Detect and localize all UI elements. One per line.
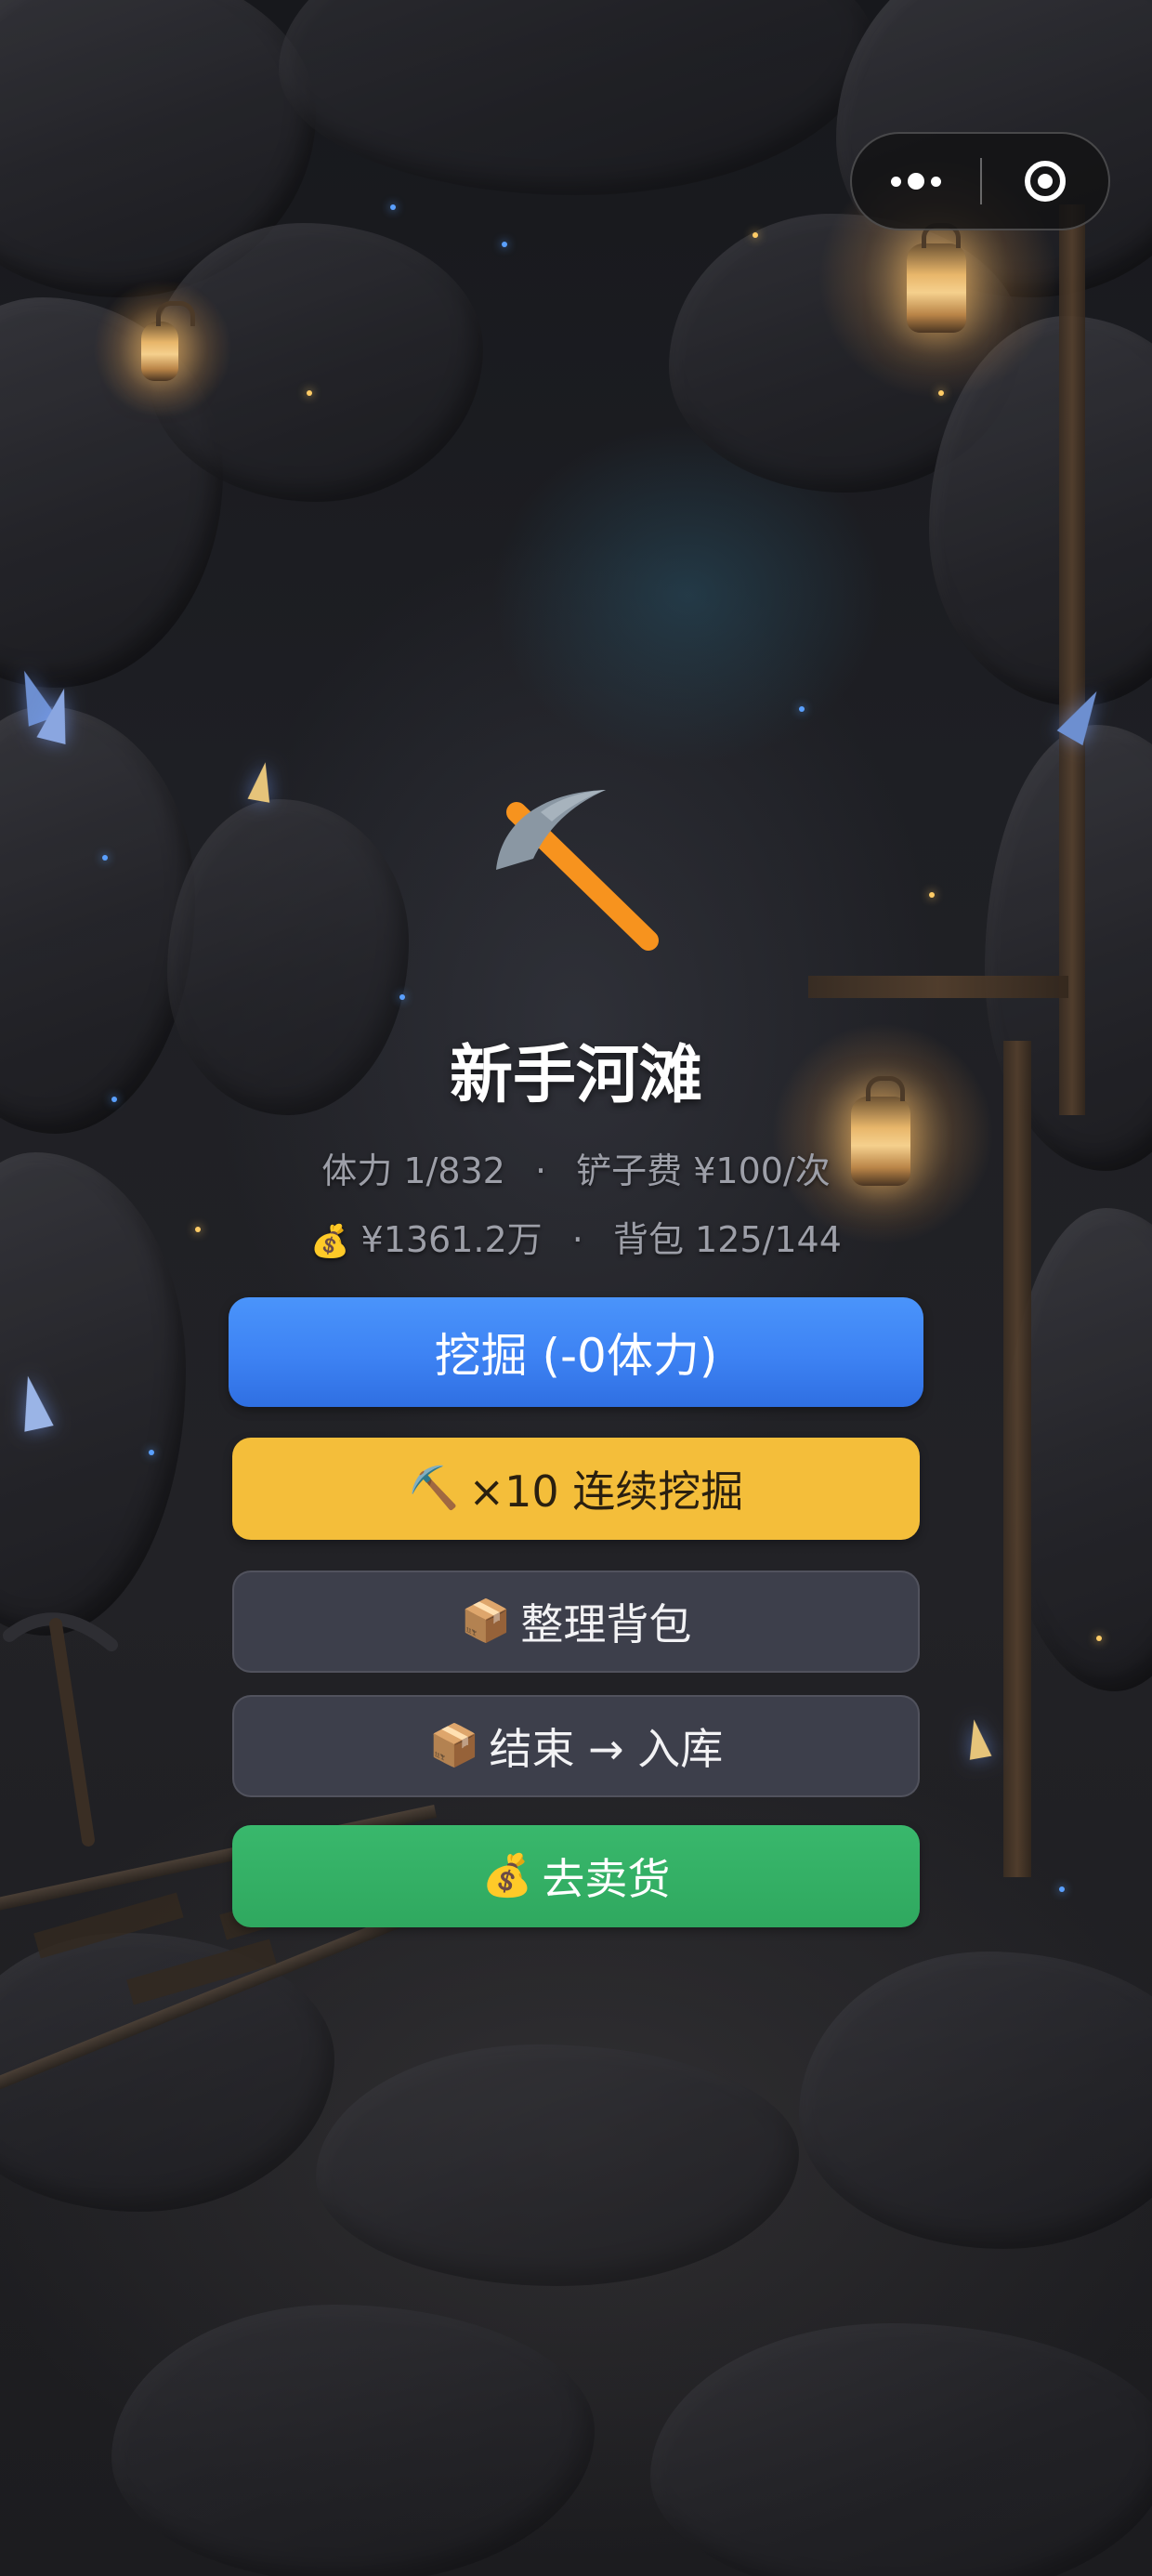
mini-program-capsule — [850, 132, 1110, 230]
money-value: ¥1361.2万 — [360, 1219, 543, 1260]
info-separator: · — [534, 1150, 547, 1191]
money-bag-info: 💰 ¥1361.2万 · 背包 125/144 — [0, 1214, 1152, 1266]
pickaxe-icon — [496, 790, 659, 951]
tidy-backpack-button[interactable]: 📦 整理背包 — [232, 1571, 920, 1673]
pickaxe-emoji-icon: ⛏️ — [408, 1465, 460, 1512]
backpack-capacity: 125/144 — [695, 1219, 842, 1260]
dig-ten-times-button[interactable]: ⛏️ ×10 连续挖掘 — [232, 1438, 920, 1540]
info-separator: · — [571, 1219, 583, 1260]
money-bag-icon: 💰 — [481, 1852, 533, 1899]
go-sell-button[interactable]: 💰 去卖货 — [232, 1825, 920, 1927]
end-and-store-button[interactable]: 📦 结束 → 入库 — [232, 1695, 920, 1797]
more-dots-icon — [891, 176, 901, 187]
game-screen: 新手河滩 体力 1/832 · 铲子费 ¥100/次 💰 ¥1361.2万 · … — [0, 0, 1152, 2576]
backpack-label: 背包 — [612, 1219, 684, 1260]
dig-button[interactable]: 挖掘 (-0体力) — [229, 1297, 923, 1407]
stamina-fee-info: 体力 1/832 · 铲子费 ¥100/次 — [0, 1145, 1152, 1197]
money-bag-icon: 💰 — [310, 1223, 350, 1260]
stamina-value: 1/832 — [403, 1150, 505, 1191]
tidy-backpack-label: 整理背包 — [520, 1599, 692, 1649]
dig-button-label: 挖掘 (-0体力) — [434, 1329, 718, 1383]
end-and-store-label: 结束 → 入库 — [489, 1724, 724, 1774]
go-sell-label: 去卖货 — [542, 1854, 671, 1904]
package-icon: 📦 — [428, 1722, 480, 1769]
more-menu-button[interactable] — [852, 134, 980, 229]
dig-ten-times-label: ×10 连续挖掘 — [468, 1466, 744, 1517]
close-mini-program-button[interactable] — [982, 134, 1108, 229]
shovel-fee-label: 铲子费 — [576, 1150, 683, 1191]
shovel-fee-value: ¥100/次 — [693, 1150, 831, 1191]
package-icon: 📦 — [460, 1597, 512, 1645]
target-circle-icon — [1025, 161, 1066, 202]
stage-title: 新手河滩 — [449, 1039, 702, 1112]
stamina-label: 体力 — [321, 1150, 393, 1191]
